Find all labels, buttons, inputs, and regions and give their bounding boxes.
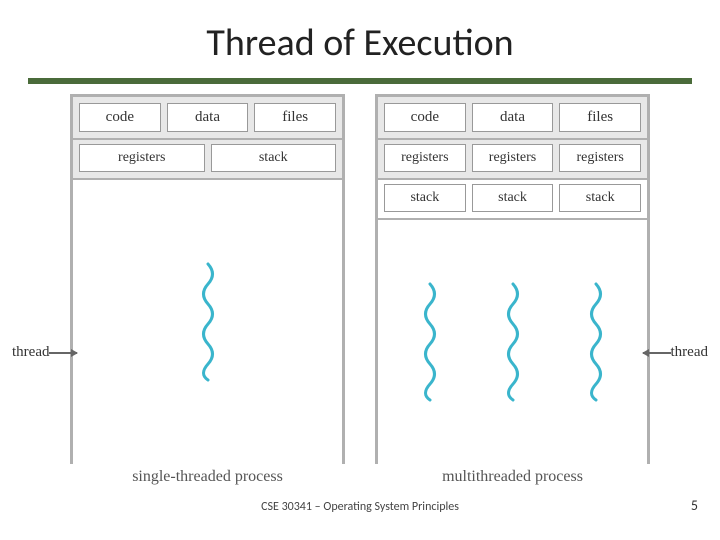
cell-stack: stack: [559, 184, 641, 212]
cell-registers: registers: [559, 144, 641, 172]
thread-squiggle-icon: [587, 282, 605, 402]
arrow-left-icon: [49, 352, 77, 354]
multi-registers-row: registers registers registers: [378, 140, 647, 180]
cell-code: code: [384, 103, 466, 132]
cell-data: data: [167, 103, 249, 132]
thread-squiggle-icon: [421, 282, 439, 402]
multithreaded-process: code data files registers registers regi…: [375, 94, 650, 464]
title-underline: [28, 78, 692, 84]
thread-squiggle-icon: [504, 282, 522, 402]
cell-stack: stack: [472, 184, 554, 212]
single-regstack-row: registers stack: [73, 140, 342, 180]
cell-files: files: [559, 103, 641, 132]
cell-stack: stack: [384, 184, 466, 212]
arrow-right-icon: [643, 352, 671, 354]
thread-label-left: thread: [12, 344, 77, 361]
cell-stack: stack: [211, 144, 337, 172]
footer-text: CSE 30341 – Operating System Principles: [0, 500, 720, 514]
cell-files: files: [254, 103, 336, 132]
multi-stack-row: stack stack stack: [378, 180, 647, 220]
cell-registers: registers: [472, 144, 554, 172]
slide-title: Thread of Execution: [0, 0, 720, 78]
thread-label-right: thread: [643, 344, 708, 361]
single-thread-area: [73, 180, 342, 464]
diagram-area: thread code data files registers stack c…: [70, 94, 650, 474]
cell-registers: registers: [79, 144, 205, 172]
cell-data: data: [472, 103, 554, 132]
thread-squiggle-icon: [199, 262, 217, 382]
single-threaded-process: code data files registers stack: [70, 94, 345, 464]
multi-shared-row: code data files: [378, 97, 647, 140]
thread-label-text: thread: [12, 344, 49, 361]
thread-label-text: thread: [671, 344, 708, 361]
multi-thread-area: [378, 220, 647, 464]
cell-code: code: [79, 103, 161, 132]
cell-registers: registers: [384, 144, 466, 172]
page-number: 5: [691, 497, 698, 514]
single-shared-row: code data files: [73, 97, 342, 140]
